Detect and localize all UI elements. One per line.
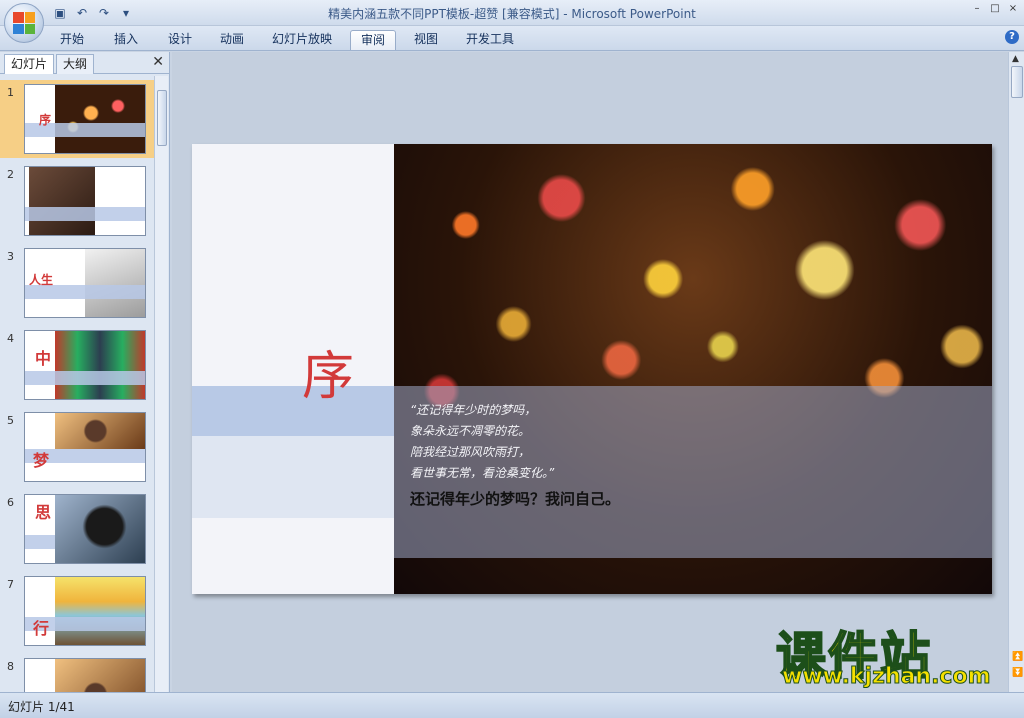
tab-review[interactable]: 审阅 <box>350 30 397 50</box>
thumbnail-number: 2 <box>7 168 14 181</box>
scroll-up-icon[interactable]: ▲ <box>1012 54 1019 64</box>
window-controls: – □ × <box>970 3 1020 15</box>
poem-line: 象朵永远不凋零的花。 <box>410 424 531 438</box>
thumbnail-number: 7 <box>7 578 14 591</box>
poem-text[interactable]: “还记得年少时的梦吗， 象朵永远不凋零的花。 陪我经过那风吹雨打， 看世事无常，… <box>410 400 554 484</box>
thumbnail-row[interactable]: 8 <box>0 654 154 692</box>
slide-thumbnail[interactable]: 行 <box>24 576 146 646</box>
thumbnail-number: 6 <box>7 496 14 509</box>
slide-band <box>192 386 394 436</box>
slides-pane: 幻灯片 大纲 ✕ 1 序 2 3 人生 4 中 5 梦 6 思 7 行 8 <box>0 52 170 692</box>
slide-band <box>192 436 394 518</box>
office-logo-icon <box>13 12 35 34</box>
tab-design[interactable]: 设计 <box>158 30 202 50</box>
slide-scrollbar[interactable]: ▲ ⏫ ⏬ <box>1008 52 1024 692</box>
thumbnail-row[interactable]: 2 <box>0 162 154 240</box>
thumbnail-row[interactable]: 1 序 <box>0 80 154 158</box>
previous-slide-icon[interactable]: ⏫ <box>1012 652 1023 662</box>
scroll-thumb[interactable] <box>1011 66 1023 98</box>
thumbnail-scrollbar[interactable] <box>154 76 168 692</box>
scroll-thumb[interactable] <box>157 90 167 146</box>
thumbnail-row[interactable]: 6 思 <box>0 490 154 568</box>
poem-line: “还记得年少时的梦吗， <box>410 403 537 417</box>
thumbnail-row[interactable]: 5 梦 <box>0 408 154 486</box>
window-title: 精美内涵五款不同PPT模板-超赞 [兼容模式] - Microsoft Powe… <box>328 7 696 21</box>
thumbnail-band <box>25 371 145 385</box>
thumbnail-list: 1 序 2 3 人生 4 中 5 梦 6 思 7 行 8 <box>0 76 154 692</box>
slide-thumbnail[interactable]: 序 <box>24 84 146 154</box>
slide-thumbnail[interactable]: 人生 <box>24 248 146 318</box>
tab-slides[interactable]: 幻灯片 <box>4 54 55 74</box>
tab-animation[interactable]: 动画 <box>210 30 254 50</box>
minimize-button[interactable]: – <box>970 3 984 15</box>
thumbnail-photo <box>55 659 145 692</box>
tab-outline[interactable]: 大纲 <box>56 54 95 74</box>
slide-left-panel <box>192 144 394 594</box>
thumbnail-glyph: 梦 <box>33 451 50 470</box>
thumbnail-photo <box>55 331 145 399</box>
slide-thumbnail[interactable]: 思 <box>24 494 146 564</box>
thumbnail-number: 5 <box>7 414 14 427</box>
slide-editing-area: 序 “还记得年少时的梦吗， 象朵永远不凋零的花。 陪我经过那风吹雨打， 看世事无… <box>172 52 1008 692</box>
close-button[interactable]: × <box>1006 3 1020 15</box>
thumbnail-row[interactable]: 7 行 <box>0 572 154 650</box>
slide-thumbnail[interactable]: 中 <box>24 330 146 400</box>
ribbon-tabs: 开始 插入 设计 动画 幻灯片放映 审阅 视图 开发工具 ? <box>0 26 1024 51</box>
next-slide-icon[interactable]: ⏬ <box>1012 668 1023 678</box>
tab-slideshow[interactable]: 幻灯片放映 <box>262 30 342 50</box>
poem-line: 陪我经过那风吹雨打， <box>410 445 531 459</box>
pane-tabs: 幻灯片 大纲 ✕ <box>0 52 170 74</box>
tab-view[interactable]: 视图 <box>404 30 448 50</box>
thumbnail-photo <box>55 495 145 563</box>
status-bar: 幻灯片 1/41 <box>0 692 1024 718</box>
tab-developer[interactable]: 开发工具 <box>456 30 524 50</box>
close-icon[interactable]: ✕ <box>152 54 164 70</box>
slide-thumbnail[interactable]: 梦 <box>24 412 146 482</box>
thumbnail-photo <box>29 167 95 235</box>
thumbnail-photo <box>55 413 145 449</box>
thumbnail-glyph: 行 <box>33 619 50 638</box>
slide-count-status: 幻灯片 1/41 <box>8 700 75 714</box>
tab-home[interactable]: 开始 <box>50 30 94 50</box>
slide-title-char[interactable]: 序 <box>302 334 354 409</box>
thumbnail-photo <box>55 85 145 153</box>
help-icon[interactable]: ? <box>1005 30 1019 44</box>
tab-insert[interactable]: 插入 <box>104 30 148 50</box>
thumbnail-glyph: 序 <box>39 113 52 127</box>
thumbnail-photo <box>55 577 145 645</box>
thumbnail-number: 4 <box>7 332 14 345</box>
slide-thumbnail[interactable] <box>24 166 146 236</box>
poem-line: 看世事无常，看沧桑变化。” <box>410 466 555 480</box>
thumbnail-number: 3 <box>7 250 14 263</box>
thumbnail-photo <box>85 249 145 317</box>
thumbnail-row[interactable]: 3 人生 <box>0 244 154 322</box>
thumbnail-number: 1 <box>7 86 14 99</box>
office-button[interactable] <box>4 3 44 43</box>
thumbnail-band <box>25 535 55 549</box>
thumbnail-row[interactable]: 4 中 <box>0 326 154 404</box>
restore-button[interactable]: □ <box>988 3 1002 15</box>
thumbnail-number: 8 <box>7 660 14 673</box>
thumbnail-glyph: 中 <box>35 349 52 368</box>
slide-highlight-text[interactable]: 还记得年少的梦吗？我问自己。 <box>410 488 620 509</box>
thumbnail-glyph: 思 <box>35 503 52 522</box>
title-bar: ▣ ↶ ↷ ▾ 精美内涵五款不同PPT模板-超赞 [兼容模式] - Micros… <box>0 0 1024 43</box>
thumbnail-glyph: 人生 <box>29 273 54 287</box>
current-slide[interactable]: 序 “还记得年少时的梦吗， 象朵永远不凋零的花。 陪我经过那风吹雨打， 看世事无… <box>192 144 992 594</box>
slide-thumbnail[interactable] <box>24 658 146 692</box>
watermark-url: www.kjzhan.com <box>782 664 992 690</box>
thumbnail-band <box>25 207 145 221</box>
